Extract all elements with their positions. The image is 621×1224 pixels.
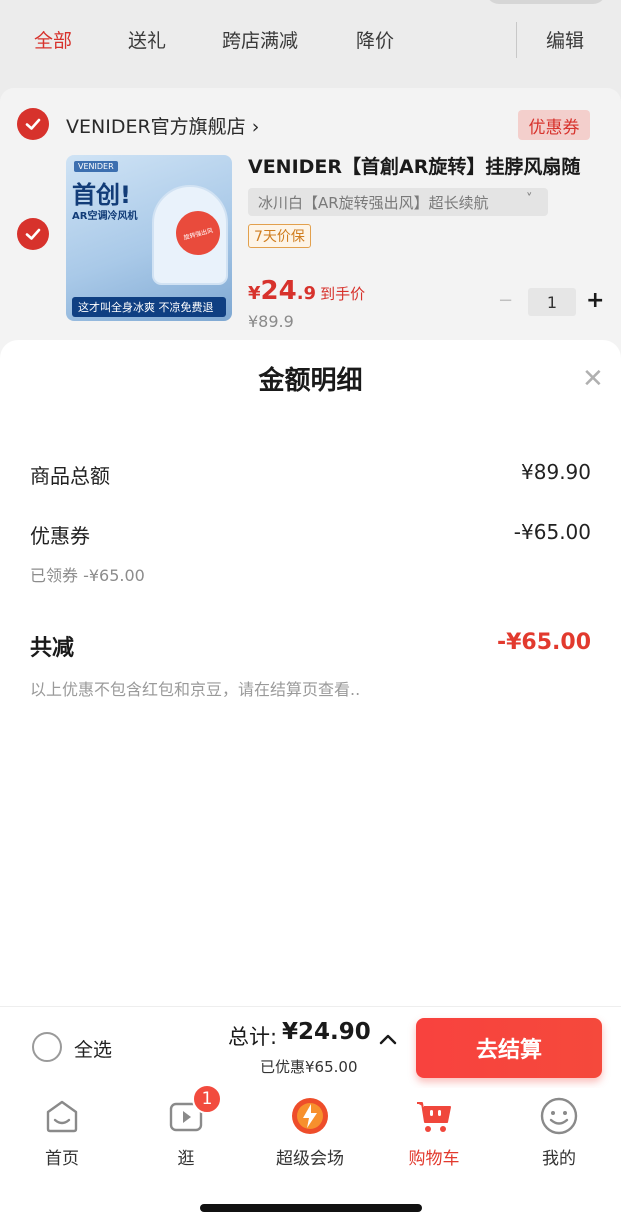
tab-label-event: 超级会场 [276, 1149, 344, 1169]
quantity-value[interactable]: 1 [528, 288, 576, 316]
tab-event[interactable]: 超级会场 [248, 1096, 372, 1176]
discount-note: 以上优惠不包含红包和京豆，请在结算页查看.. [30, 680, 361, 699]
tab-label-cart: 购物车 [408, 1149, 460, 1169]
total-discount-value: -¥65.00 [496, 630, 591, 655]
cart-icon [417, 1102, 451, 1132]
tab-label-home: 首页 [45, 1149, 79, 1169]
tab-browse[interactable]: 逛 [124, 1096, 248, 1176]
coupon-tag[interactable]: 优惠券 [518, 110, 590, 140]
profile-icon [540, 1097, 578, 1135]
original-price: ¥89.9 [248, 312, 294, 331]
total-discount-label: 共减 [30, 636, 75, 661]
thumb-headline: 首创! [72, 181, 131, 209]
edit-button[interactable]: 编辑 [546, 26, 584, 53]
tab-profile[interactable]: 我的 [497, 1096, 621, 1176]
thumb-brand: VENIDER [74, 161, 118, 172]
tab-home[interactable]: 首页 [0, 1096, 124, 1176]
filter-tab-cross-store[interactable]: 跨店满减 [222, 26, 298, 53]
price-decimal: .9 [296, 283, 317, 304]
tab-cart[interactable]: 购物车 [372, 1096, 496, 1176]
goods-total-value: ¥89.90 [521, 460, 591, 484]
increase-button[interactable]: + [586, 288, 604, 313]
checkout-button[interactable]: 去结算 [416, 1018, 602, 1078]
coupon-claimed-note: 已领券 -¥65.00 [30, 566, 145, 585]
goods-total-label: 商品总额 [30, 464, 110, 488]
saved-amount: 已优惠¥65.00 [260, 1058, 358, 1076]
filter-bar: 全部 送礼 跨店满减 降价 编辑 [0, 12, 621, 68]
filter-tab-all[interactable]: 全部 [34, 26, 72, 53]
tab-label-browse: 逛 [177, 1149, 195, 1169]
event-icon [292, 1098, 328, 1134]
close-icon[interactable]: ✕ [582, 364, 604, 394]
home-icon [46, 1100, 78, 1133]
select-all-label[interactable]: 全选 [74, 1035, 112, 1062]
home-indicator[interactable] [200, 1204, 422, 1212]
product-thumbnail[interactable]: VENIDER 首创! AR空调冷风机 旋转强出风 这才叫全身冰爽 不凉免费退 [66, 155, 232, 321]
amount-detail-sheet [0, 340, 621, 1006]
price-symbol: ¥ [248, 283, 261, 304]
top-search-pill [486, 0, 606, 4]
price-guard-tag: 7天价保 [248, 224, 311, 248]
filter-tab-price-drop[interactable]: 降价 [356, 26, 394, 53]
notification-badge: 1 [192, 1084, 222, 1114]
thumb-sub: AR空调冷风机 [72, 211, 138, 222]
price-hint: 到手价 [320, 285, 366, 303]
coupon-value: -¥65.00 [513, 520, 591, 544]
tab-label-profile: 我的 [542, 1149, 576, 1169]
filter-divider [516, 22, 517, 58]
final-price: ¥24.9 到手价 [248, 276, 365, 306]
thumb-badge: 这才叫全身冰爽 不凉免费退 [72, 297, 226, 317]
sheet-title: 金额明细 [258, 366, 363, 396]
coupon-label: 优惠券 [30, 524, 90, 548]
product-title[interactable]: VENIDER【首創AR旋转】挂脖风扇随 [248, 152, 620, 179]
store-name-text: VENIDER官方旗舰店 [66, 116, 246, 138]
store-check-icon[interactable] [17, 108, 49, 140]
chevron-up-icon[interactable] [378, 1030, 398, 1050]
variant-selector[interactable]: 冰川白【AR旋转强出风】超长续航 [248, 188, 548, 216]
quantity-stepper: − 1 + [498, 288, 608, 316]
store-name[interactable]: VENIDER官方旗舰店 › [66, 112, 259, 139]
sum-label: 总计: [228, 1025, 278, 1049]
price-integer: 24 [260, 276, 297, 306]
decrease-button[interactable]: − [498, 290, 513, 311]
sum-value: ¥24.90 [282, 1019, 371, 1045]
product-check-icon[interactable] [17, 218, 49, 250]
store-chevron-icon: › [251, 116, 260, 138]
filter-tab-gift[interactable]: 送礼 [128, 26, 166, 53]
variant-chevron-icon: ˅ [526, 192, 533, 207]
select-all-checkbox[interactable] [32, 1032, 62, 1062]
